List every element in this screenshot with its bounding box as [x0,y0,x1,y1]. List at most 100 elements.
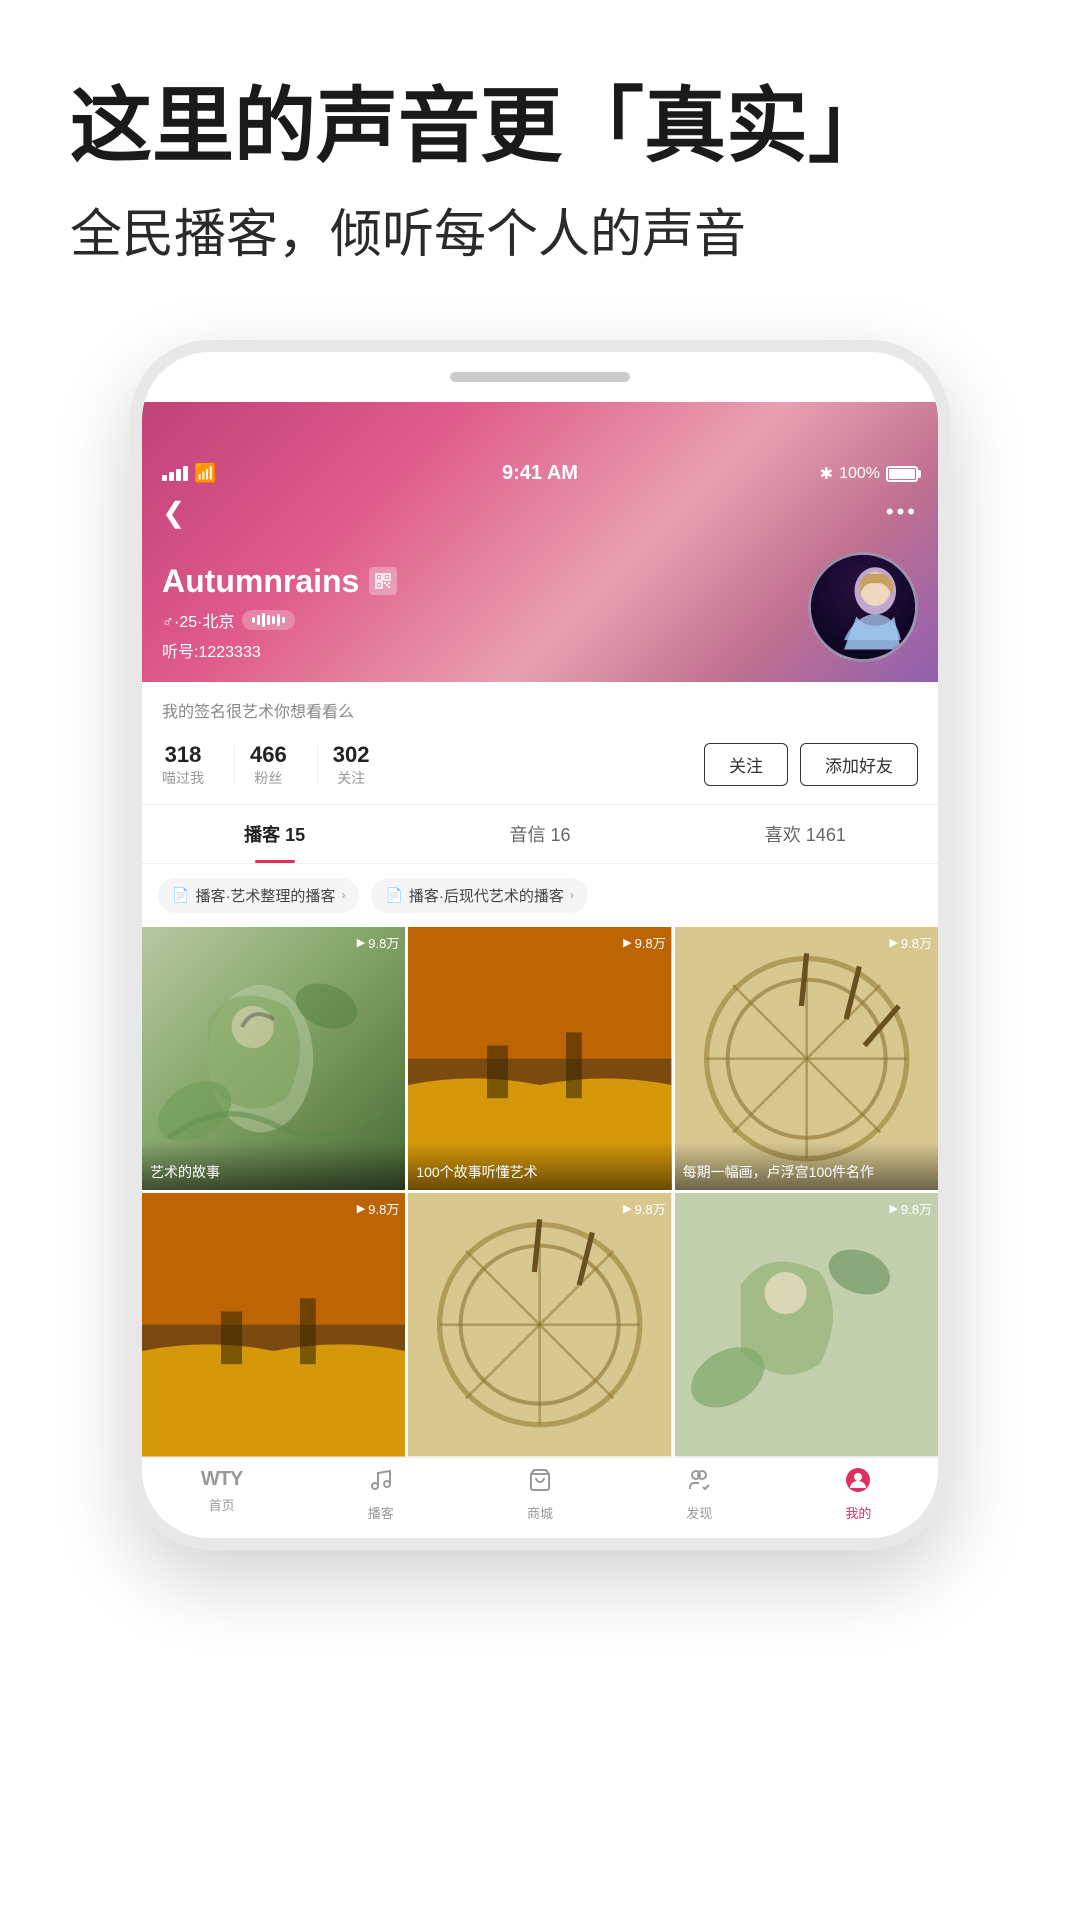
play-count-6: ▶ 9.8万 [889,1199,932,1218]
tab-yinxin[interactable]: 音信 16 [407,805,672,863]
page-wrapper: 这里的声音更「真实」 全民播客，倾听每个人的声音 📶 [0,0,1080,1920]
more-button[interactable]: ••• [886,499,918,525]
signal-bar-4 [183,466,188,481]
stat-miao: 318 喵过我 [162,742,204,788]
profile-body: 我的签名很艺术你想看看么 318 喵过我 466 粉丝 302 关注 [142,682,938,1538]
collection-tag-2[interactable]: 📄 播客·后现代艺术的播客 › [371,878,587,913]
stat-fans-label: 粉丝 [254,768,282,788]
play-icon-3: ▶ [889,936,897,949]
tab-podcast[interactable]: 播客 15 [142,805,407,863]
grid-item-1[interactable]: ▶ 9.8万 艺术的故事 [142,927,405,1190]
count-6: 9.8万 [901,1199,932,1218]
bluetooth-icon: ✱ [820,464,833,484]
audio-wave[interactable] [242,610,295,630]
play-icon-1: ▶ [357,936,365,949]
grid-item-5[interactable]: ▶ 9.8万 [408,1193,671,1456]
grid-item-4[interactable]: ▶ 9.8万 [142,1193,405,1456]
stat-follow: 302 关注 [333,742,370,788]
signature: 我的签名很艺术你想看看么 [142,682,938,732]
battery-fill [889,469,915,479]
back-button[interactable]: ❮ [162,496,185,529]
collection-tags: 📄 播客·艺术整理的播客 › 📄 播客·后现代艺术的播客 › [142,864,938,927]
profile-header: 📶 9:41 AM ✱ 100% ❮ ••• Autumnr [142,402,938,682]
play-icon-6: ▶ [889,1202,897,1215]
phone-mockup: 📶 9:41 AM ✱ 100% ❮ ••• Autumnr [130,340,950,1550]
status-left: 📶 [162,463,216,484]
subheadline: 全民播客，倾听每个人的声音 [70,202,1010,270]
nav-home[interactable]: WTY 首页 [142,1468,301,1522]
play-count-5: ▶ 9.8万 [623,1199,666,1218]
avatar-placeholder [811,555,915,659]
content-grid: ▶ 9.8万 艺术的故事 [142,927,938,1457]
stat-follow-num: 302 [333,742,370,768]
stat-miao-label: 喵过我 [162,768,204,788]
collection-tag-arrow-2: › [570,888,574,902]
battery-icon [886,466,918,482]
nav-shop[interactable]: 商城 [460,1468,619,1522]
collection-tag-label-1: 播客·艺术整理的播客 [195,885,335,906]
follow-button[interactable]: 关注 [704,743,788,786]
profile-info: Autumnrains [162,563,397,662]
stat-fans: 466 粉丝 [250,742,287,788]
nav-podcast-icon [369,1468,393,1499]
count-5: 9.8万 [635,1199,666,1218]
count-4: 9.8万 [368,1199,399,1218]
collection-tag-arrow-1: › [341,888,345,902]
grid-item-2[interactable]: ▶ 9.8万 100个故事听懂艺术 [408,927,671,1190]
wave-bar-2 [257,615,260,625]
action-buttons: 关注 添加好友 [704,743,918,786]
headline: 这里的声音更「真实」 [70,80,1010,174]
nav-podcast[interactable]: 播客 [301,1468,460,1522]
stats-divider-1 [234,745,235,785]
add-friend-button[interactable]: 添加好友 [800,743,918,786]
collection-tag-1[interactable]: 📄 播客·艺术整理的播客 › [158,878,359,913]
count-3: 9.8万 [901,933,932,952]
stat-fans-num: 466 [250,742,287,768]
gender-age-city: ♂·25·北京 [162,608,234,632]
signal-bar-2 [169,472,174,481]
nav-me-icon [846,1468,870,1499]
status-right: ✱ 100% [820,464,918,484]
wifi-icon: 📶 [194,463,216,484]
nav-discover-icon [687,1468,711,1499]
stat-miao-num: 318 [165,742,202,768]
stats-row: 318 喵过我 466 粉丝 302 关注 关注 添加好友 [142,732,938,805]
avatar [808,552,918,662]
play-count-2: ▶ 9.8万 [623,933,666,952]
play-icon-5: ▶ [623,1202,631,1215]
grid-title-2: 100个故事听懂艺术 [408,1142,671,1190]
play-icon-2: ▶ [623,936,631,949]
nav-podcast-label: 播客 [368,1503,394,1522]
status-time: 9:41 AM [502,462,578,485]
collection-tag-label-2: 播客·后现代艺术的播客 [409,885,564,906]
tabs-row: 播客 15 音信 16 喜欢 1461 [142,805,938,864]
wave-bar-5 [272,616,275,624]
username: Autumnrains [162,563,397,600]
stats-divider-2 [317,745,318,785]
signal-bars [162,466,188,481]
tab-like[interactable]: 喜欢 1461 [673,805,938,863]
phone-notch [450,372,630,382]
grid-title-1: 艺术的故事 [142,1142,405,1190]
grid-item-3[interactable]: ▶ 9.8万 每期一幅画，卢浮宫100件名作 [675,927,938,1190]
play-count-4: ▶ 9.8万 [357,1199,400,1218]
top-text-area: 这里的声音更「真实」 全民播客，倾听每个人的声音 [0,0,1080,310]
nav-me-label: 我的 [845,1503,871,1522]
signal-bar-3 [176,469,181,481]
nav-shop-label: 商城 [527,1503,553,1522]
count-2: 9.8万 [635,933,666,952]
stat-follow-label: 关注 [337,768,365,788]
nav-discover[interactable]: 发现 [620,1468,779,1522]
play-count-3: ▶ 9.8万 [889,933,932,952]
play-count-1: ▶ 9.8万 [357,933,400,952]
wave-bar-4 [267,615,270,625]
grid-item-6[interactable]: ▶ 9.8万 [675,1193,938,1456]
grid-title-3: 每期一幅画，卢浮宫100件名作 [675,1142,938,1190]
qr-code-icon[interactable] [369,567,397,595]
wave-bar-1 [252,617,255,623]
nav-shop-icon [528,1468,552,1499]
battery-percent: 100% [839,465,880,483]
nav-discover-label: 发现 [686,1503,712,1522]
signal-bar-1 [162,475,167,481]
nav-me[interactable]: 我的 [779,1468,938,1522]
